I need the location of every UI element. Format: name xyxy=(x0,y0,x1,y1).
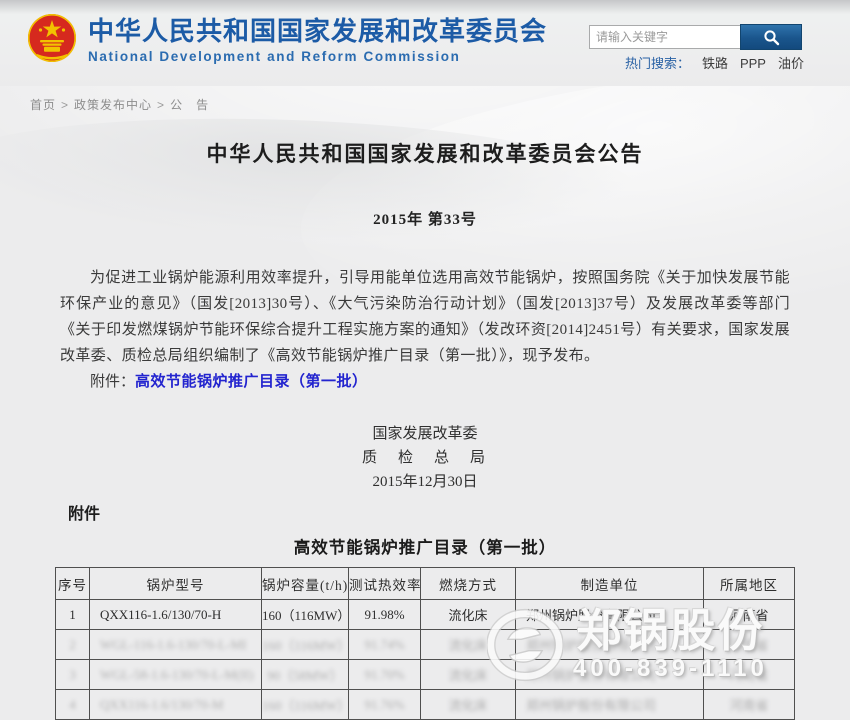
attachment-label: 附件： xyxy=(90,374,135,390)
search-area xyxy=(589,24,802,50)
table-col-header-4: 燃烧方式 xyxy=(421,568,516,600)
hot-search-label: 热门搜索： xyxy=(625,56,690,71)
announcement-body: 为促进工业锅炉能源利用效率提升，引导用能单位选用高效节能锅炉，按照国务院《关于加… xyxy=(60,265,790,369)
table-cell: QXX116-1.6/130/70-H xyxy=(90,600,262,630)
site-title-cn: 中华人民共和国国家发展和改革委员会 xyxy=(88,11,547,48)
table-cell: 河南省 xyxy=(704,660,795,690)
hot-keyword-2[interactable]: 油价 xyxy=(778,56,804,71)
breadcrumb-separator: > xyxy=(61,98,69,112)
national-emblem-icon xyxy=(27,13,77,63)
attachment-heading: 附件 xyxy=(68,500,850,524)
breadcrumb-item-1[interactable]: 政策发布中心 xyxy=(74,98,152,112)
table-cell: 2 xyxy=(56,630,90,660)
table-cell: 91.74% xyxy=(349,630,421,660)
table-col-header-3: 测试热效率 xyxy=(349,568,421,600)
table-cell: 91.76% xyxy=(349,690,421,720)
table-cell: 160（116MW） xyxy=(262,630,349,660)
table-row-2: 2WGL-116-1.6-130/70-L-MI160（116MW）91.74%… xyxy=(56,630,795,660)
table-cell: 河南省 xyxy=(704,600,795,630)
table-cell: 郑州锅炉股份有限公司 xyxy=(516,630,704,660)
table-cell: 郑州锅炉股份有限公司 xyxy=(516,600,704,630)
table-cell: 河南省 xyxy=(704,630,795,660)
search-button[interactable] xyxy=(740,24,802,50)
table-cell: 流化床 xyxy=(421,660,516,690)
table-col-header-2: 锅炉容量(t/h) xyxy=(262,568,349,600)
table-col-header-1: 锅炉型号 xyxy=(90,568,262,600)
table-row-3: 3WGL-58-1.6-130/70-L-M(II)90（58MW）91.70%… xyxy=(56,660,795,690)
table-col-header-0: 序号 xyxy=(56,568,90,600)
announcement-title: 中华人民共和国国家发展和改革委员会公告 xyxy=(0,138,850,168)
table-cell: 160（116MW） xyxy=(262,600,349,630)
table-cell: WGL-58-1.6-130/70-L-M(II) xyxy=(90,660,262,690)
search-input[interactable] xyxy=(589,25,741,49)
hot-keyword-1[interactable]: PPP xyxy=(740,56,766,71)
signature-org-1: 国家发展改革委 xyxy=(0,422,850,446)
breadcrumb-item-0[interactable]: 首页 xyxy=(30,98,56,112)
breadcrumb-separator: > xyxy=(157,98,165,112)
table-row-1: 1QXX116-1.6/130/70-H160（116MW）91.98%流化床郑… xyxy=(56,600,795,630)
table-cell: 流化床 xyxy=(421,600,516,630)
table-cell: 91.70% xyxy=(349,660,421,690)
table-row-4: 4QXX116-1.6/130/70-M160（116MW）91.76%流化床郑… xyxy=(56,690,795,720)
table-cell: 90（58MW） xyxy=(262,660,349,690)
table-cell: 4 xyxy=(56,690,90,720)
site-header: 中华人民共和国国家发展和改革委员会 National Development a… xyxy=(0,0,850,86)
signature-block: 国家发展改革委 质 检 总 局 2015年12月30日 xyxy=(0,422,850,494)
table-cell: 流化床 xyxy=(421,630,516,660)
breadcrumb-item-2[interactable]: 公 告 xyxy=(170,98,209,112)
breadcrumb: 首页 > 政策发布中心 > 公 告 xyxy=(30,96,209,113)
hot-keyword-0[interactable]: 铁路 xyxy=(702,56,728,71)
attachment-line: 附件：高效节能锅炉推广目录（第一批） xyxy=(60,369,790,395)
table-col-header-5: 制造单位 xyxy=(516,568,704,600)
announcement-document: 中华人民共和国国家发展和改革委员会公告 2015年 第33号 为促进工业锅炉能源… xyxy=(0,125,850,494)
attachment-table-title: 高效节能锅炉推广目录（第一批） xyxy=(0,534,850,558)
attachment-section: 附件 高效节能锅炉推广目录（第一批） 序号锅炉型号锅炉容量(t/h)测试热效率燃… xyxy=(0,500,850,720)
site-brand[interactable]: 中华人民共和国国家发展和改革委员会 National Development a… xyxy=(27,11,547,64)
table-cell: 91.98% xyxy=(349,600,421,630)
table-col-header-6: 所属地区 xyxy=(704,568,795,600)
table-cell: 郑州锅炉股份有限公司 xyxy=(516,690,704,720)
attachment-link[interactable]: 高效节能锅炉推广目录（第一批） xyxy=(135,374,368,390)
search-icon xyxy=(763,29,780,46)
boiler-catalog-table: 序号锅炉型号锅炉容量(t/h)测试热效率燃烧方式制造单位所属地区 1QXX116… xyxy=(55,567,795,720)
announcement-doc-number: 2015年 第33号 xyxy=(0,208,850,229)
table-cell: 河南省 xyxy=(704,690,795,720)
table-cell: 郑州锅炉股份有限公司 xyxy=(516,660,704,690)
table-cell: 1 xyxy=(56,600,90,630)
signature-date: 2015年12月30日 xyxy=(0,470,850,494)
hot-search-bar: 热门搜索： 铁路 PPP 油价 xyxy=(625,53,804,72)
table-cell: WGL-116-1.6-130/70-L-MI xyxy=(90,630,262,660)
table-cell: 3 xyxy=(56,660,90,690)
table-header-row: 序号锅炉型号锅炉容量(t/h)测试热效率燃烧方式制造单位所属地区 xyxy=(56,568,795,600)
table-cell: 流化床 xyxy=(421,690,516,720)
table-cell: QXX116-1.6/130/70-M xyxy=(90,690,262,720)
signature-org-2: 质 检 总 局 xyxy=(0,446,850,470)
site-title-en: National Development and Reform Commissi… xyxy=(88,49,547,64)
table-cell: 160（116MW） xyxy=(262,690,349,720)
